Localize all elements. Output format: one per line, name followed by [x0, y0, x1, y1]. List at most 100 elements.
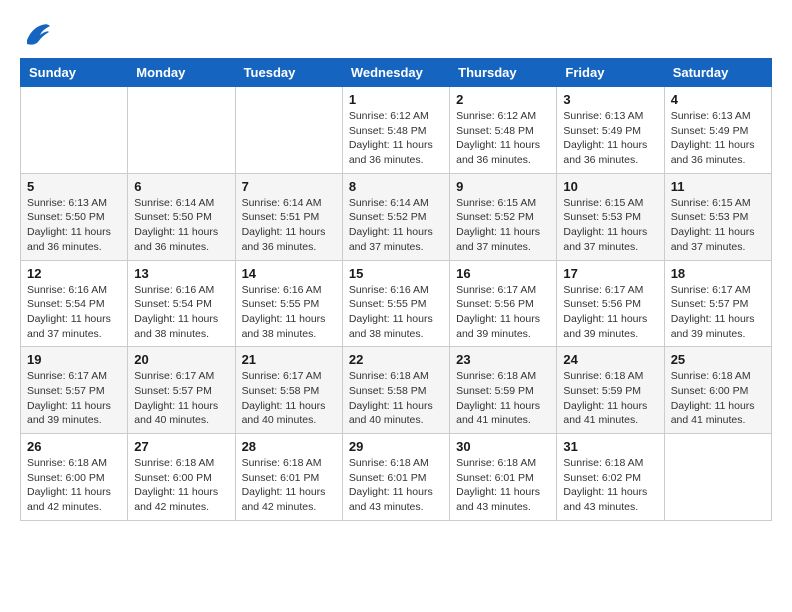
day-number: 22 [349, 352, 443, 367]
day-number: 18 [671, 266, 765, 281]
calendar-cell: 23 Sunrise: 6:18 AM Sunset: 5:59 PM Dayli… [450, 347, 557, 434]
day-number: 31 [563, 439, 657, 454]
calendar-cell: 28 Sunrise: 6:18 AM Sunset: 6:01 PM Dayli… [235, 434, 342, 521]
day-number: 12 [27, 266, 121, 281]
calendar-cell [664, 434, 771, 521]
calendar-cell: 18 Sunrise: 6:17 AM Sunset: 5:57 PM Dayli… [664, 260, 771, 347]
day-of-week-header: Saturday [664, 59, 771, 87]
calendar-cell: 10Sunrise: 6:15 AM Sunset: 5:53 PM Dayli… [557, 173, 664, 260]
page-header [20, 20, 772, 48]
day-info: Sunrise: 6:16 AM Sunset: 5:55 PM Dayligh… [349, 283, 443, 342]
day-number: 29 [349, 439, 443, 454]
calendar-cell: 5 Sunrise: 6:13 AM Sunset: 5:50 PM Daylig… [21, 173, 128, 260]
day-info: Sunrise: 6:12 AM Sunset: 5:48 PM Dayligh… [456, 109, 550, 168]
day-info: Sunrise: 6:18 AM Sunset: 6:00 PM Dayligh… [134, 456, 228, 515]
calendar-cell: 22 Sunrise: 6:18 AM Sunset: 5:58 PM Dayli… [342, 347, 449, 434]
calendar-cell: 1 Sunrise: 6:12 AM Sunset: 5:48 PM Daylig… [342, 87, 449, 174]
day-number: 6 [134, 179, 228, 194]
day-info: Sunrise: 6:18 AM Sunset: 6:00 PM Dayligh… [671, 369, 765, 428]
day-info: Sunrise: 6:18 AM Sunset: 6:01 PM Dayligh… [242, 456, 336, 515]
calendar-week-row: 5 Sunrise: 6:13 AM Sunset: 5:50 PM Daylig… [21, 173, 772, 260]
calendar-cell: 3Sunrise: 6:13 AM Sunset: 5:49 PM Daylig… [557, 87, 664, 174]
day-number: 1 [349, 92, 443, 107]
day-info: Sunrise: 6:13 AM Sunset: 5:50 PM Dayligh… [27, 196, 121, 255]
calendar-cell: 2Sunrise: 6:12 AM Sunset: 5:48 PM Daylig… [450, 87, 557, 174]
day-info: Sunrise: 6:14 AM Sunset: 5:52 PM Dayligh… [349, 196, 443, 255]
calendar-header-row: SundayMondayTuesdayWednesdayThursdayFrid… [21, 59, 772, 87]
day-of-week-header: Sunday [21, 59, 128, 87]
day-number: 23 [456, 352, 550, 367]
day-number: 27 [134, 439, 228, 454]
calendar-cell: 17Sunrise: 6:17 AM Sunset: 5:56 PM Dayli… [557, 260, 664, 347]
logo [20, 20, 52, 48]
day-info: Sunrise: 6:18 AM Sunset: 5:59 PM Dayligh… [563, 369, 657, 428]
day-info: Sunrise: 6:18 AM Sunset: 5:59 PM Dayligh… [456, 369, 550, 428]
day-of-week-header: Wednesday [342, 59, 449, 87]
day-number: 26 [27, 439, 121, 454]
day-number: 19 [27, 352, 121, 367]
day-info: Sunrise: 6:18 AM Sunset: 6:02 PM Dayligh… [563, 456, 657, 515]
calendar-cell [21, 87, 128, 174]
day-info: Sunrise: 6:18 AM Sunset: 5:58 PM Dayligh… [349, 369, 443, 428]
calendar-cell: 13Sunrise: 6:16 AM Sunset: 5:54 PM Dayli… [128, 260, 235, 347]
calendar-cell: 19 Sunrise: 6:17 AM Sunset: 5:57 PM Dayli… [21, 347, 128, 434]
calendar-week-row: 26 Sunrise: 6:18 AM Sunset: 6:00 PM Dayli… [21, 434, 772, 521]
day-number: 14 [242, 266, 336, 281]
calendar-cell [235, 87, 342, 174]
calendar-cell: 6 Sunrise: 6:14 AM Sunset: 5:50 PM Daylig… [128, 173, 235, 260]
logo-bird-icon [22, 20, 52, 48]
day-info: Sunrise: 6:13 AM Sunset: 5:49 PM Dayligh… [671, 109, 765, 168]
day-info: Sunrise: 6:12 AM Sunset: 5:48 PM Dayligh… [349, 109, 443, 168]
calendar-cell: 29 Sunrise: 6:18 AM Sunset: 6:01 PM Dayli… [342, 434, 449, 521]
day-info: Sunrise: 6:15 AM Sunset: 5:52 PM Dayligh… [456, 196, 550, 255]
calendar-cell: 25 Sunrise: 6:18 AM Sunset: 6:00 PM Dayli… [664, 347, 771, 434]
calendar-cell: 16Sunrise: 6:17 AM Sunset: 5:56 PM Dayli… [450, 260, 557, 347]
day-info: Sunrise: 6:14 AM Sunset: 5:50 PM Dayligh… [134, 196, 228, 255]
day-info: Sunrise: 6:17 AM Sunset: 5:57 PM Dayligh… [671, 283, 765, 342]
calendar-cell: 14 Sunrise: 6:16 AM Sunset: 5:55 PM Dayli… [235, 260, 342, 347]
day-number: 28 [242, 439, 336, 454]
day-info: Sunrise: 6:18 AM Sunset: 6:01 PM Dayligh… [456, 456, 550, 515]
day-of-week-header: Thursday [450, 59, 557, 87]
day-of-week-header: Monday [128, 59, 235, 87]
day-number: 24 [563, 352, 657, 367]
day-info: Sunrise: 6:16 AM Sunset: 5:54 PM Dayligh… [134, 283, 228, 342]
day-of-week-header: Friday [557, 59, 664, 87]
calendar-cell [128, 87, 235, 174]
day-number: 17 [563, 266, 657, 281]
day-info: Sunrise: 6:17 AM Sunset: 5:56 PM Dayligh… [456, 283, 550, 342]
calendar-cell: 20 Sunrise: 6:17 AM Sunset: 5:57 PM Dayli… [128, 347, 235, 434]
calendar-cell: 4Sunrise: 6:13 AM Sunset: 5:49 PM Daylig… [664, 87, 771, 174]
day-number: 3 [563, 92, 657, 107]
day-info: Sunrise: 6:17 AM Sunset: 5:58 PM Dayligh… [242, 369, 336, 428]
day-number: 15 [349, 266, 443, 281]
day-info: Sunrise: 6:15 AM Sunset: 5:53 PM Dayligh… [671, 196, 765, 255]
calendar-week-row: 12 Sunrise: 6:16 AM Sunset: 5:54 PM Dayli… [21, 260, 772, 347]
calendar-cell: 24 Sunrise: 6:18 AM Sunset: 5:59 PM Dayli… [557, 347, 664, 434]
day-info: Sunrise: 6:16 AM Sunset: 5:55 PM Dayligh… [242, 283, 336, 342]
day-number: 5 [27, 179, 121, 194]
calendar-cell: 21 Sunrise: 6:17 AM Sunset: 5:58 PM Dayli… [235, 347, 342, 434]
day-info: Sunrise: 6:18 AM Sunset: 6:00 PM Dayligh… [27, 456, 121, 515]
day-number: 21 [242, 352, 336, 367]
calendar-cell: 31 Sunrise: 6:18 AM Sunset: 6:02 PM Dayli… [557, 434, 664, 521]
day-info: Sunrise: 6:18 AM Sunset: 6:01 PM Dayligh… [349, 456, 443, 515]
calendar-cell: 27 Sunrise: 6:18 AM Sunset: 6:00 PM Dayli… [128, 434, 235, 521]
calendar-cell: 26 Sunrise: 6:18 AM Sunset: 6:00 PM Dayli… [21, 434, 128, 521]
calendar-week-row: 1 Sunrise: 6:12 AM Sunset: 5:48 PM Daylig… [21, 87, 772, 174]
calendar-cell: 9 Sunrise: 6:15 AM Sunset: 5:52 PM Daylig… [450, 173, 557, 260]
calendar-cell: 12 Sunrise: 6:16 AM Sunset: 5:54 PM Dayli… [21, 260, 128, 347]
calendar-cell: 7Sunrise: 6:14 AM Sunset: 5:51 PM Daylig… [235, 173, 342, 260]
calendar-cell: 15 Sunrise: 6:16 AM Sunset: 5:55 PM Dayli… [342, 260, 449, 347]
day-info: Sunrise: 6:16 AM Sunset: 5:54 PM Dayligh… [27, 283, 121, 342]
calendar-week-row: 19 Sunrise: 6:17 AM Sunset: 5:57 PM Dayli… [21, 347, 772, 434]
day-info: Sunrise: 6:17 AM Sunset: 5:57 PM Dayligh… [134, 369, 228, 428]
calendar-table: SundayMondayTuesdayWednesdayThursdayFrid… [20, 58, 772, 521]
day-of-week-header: Tuesday [235, 59, 342, 87]
day-number: 25 [671, 352, 765, 367]
day-number: 20 [134, 352, 228, 367]
day-info: Sunrise: 6:17 AM Sunset: 5:57 PM Dayligh… [27, 369, 121, 428]
day-number: 11 [671, 179, 765, 194]
calendar-cell: 30Sunrise: 6:18 AM Sunset: 6:01 PM Dayli… [450, 434, 557, 521]
day-number: 9 [456, 179, 550, 194]
